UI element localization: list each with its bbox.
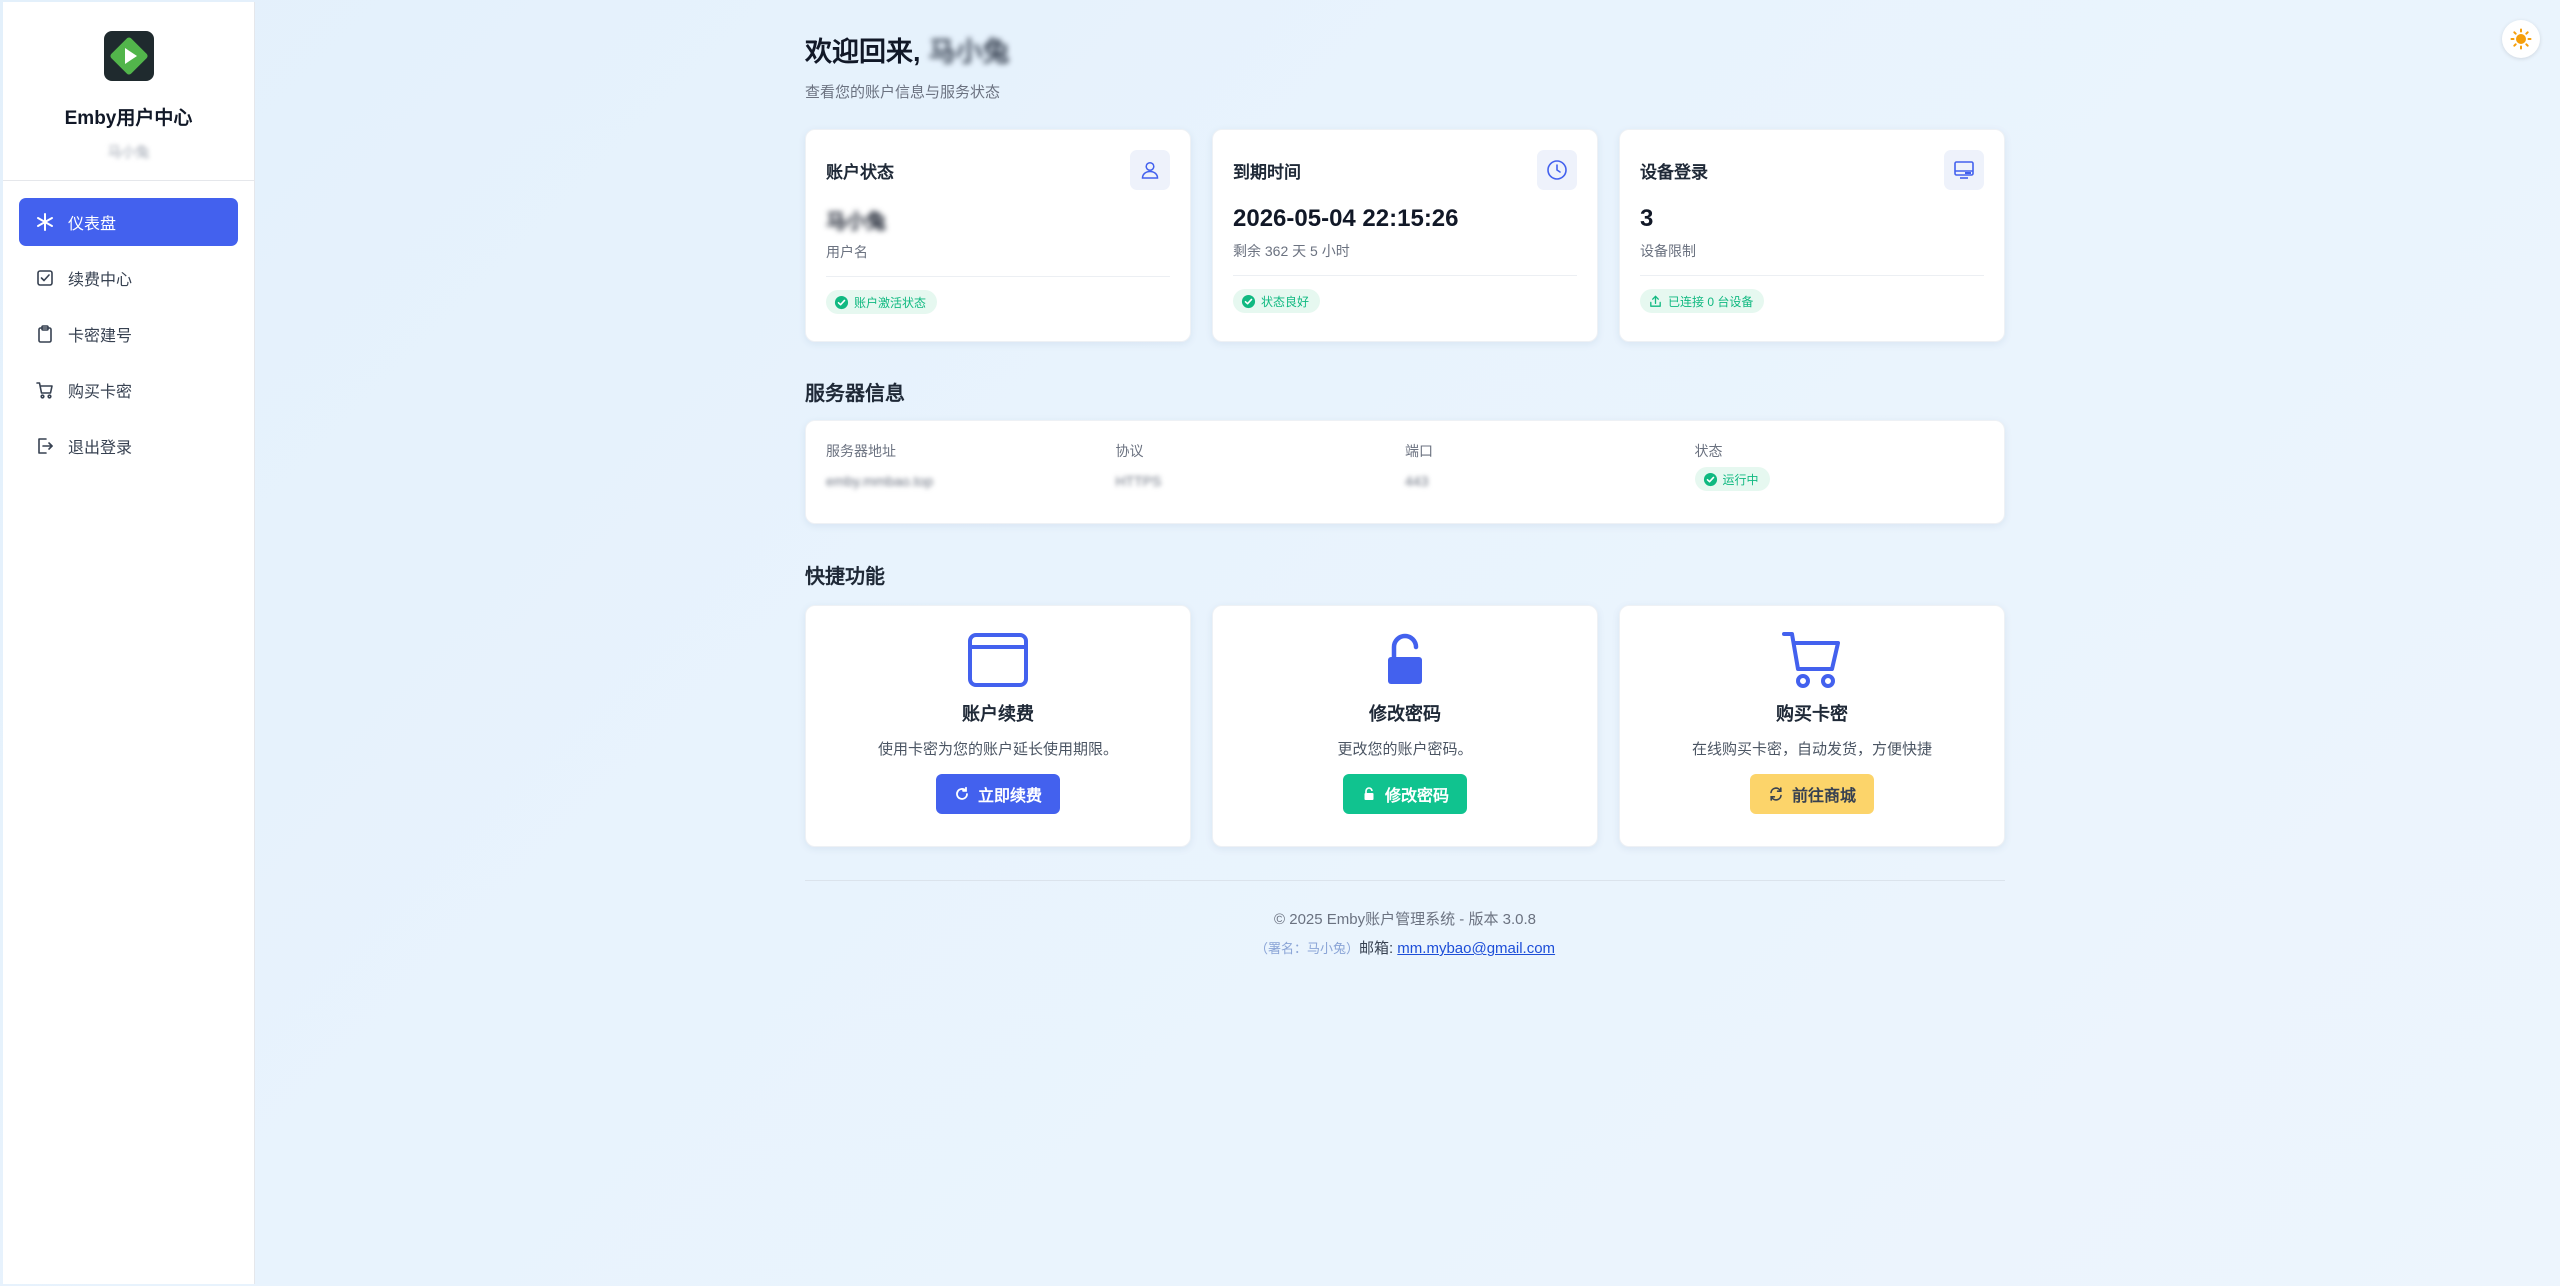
- main-content: 欢迎回来, 马小兔 查看您的账户信息与服务状态 账户状态 马小兔 用户名 账户激…: [805, 0, 2005, 958]
- status-badge: 账户激活状态: [826, 290, 938, 314]
- clipboard-icon: [35, 324, 55, 344]
- badge-text: 已连接 0 台设备: [1668, 294, 1754, 309]
- protocol-field: 协议 HTTPS: [1116, 441, 1406, 523]
- copyright: © 2025 Emby账户管理系统 - 版本 3.0.8: [1274, 911, 1536, 928]
- cart-icon: [35, 380, 55, 400]
- sidebar-nav: 仪表盘 续费中心 卡密建号 购买卡密 退出登录: [3, 181, 254, 470]
- badge-text: 账户激活状态: [854, 295, 927, 310]
- port-value: 443: [1405, 473, 1429, 489]
- go-to-store-button[interactable]: 前往商城: [1749, 774, 1874, 814]
- email-link[interactable]: mm.mybao@gmail.com: [1397, 940, 1555, 957]
- quick-functions-title: 快捷功能: [805, 566, 885, 588]
- card-title: 账户状态: [826, 162, 894, 182]
- server-address-value[interactable]: emby.mmbao.top: [826, 473, 1116, 489]
- theme-toggle-button[interactable]: [2502, 20, 2540, 58]
- username-value: 马小兔: [826, 211, 886, 233]
- protocol-value: HTTPS: [1115, 473, 1162, 489]
- server-info-card: 服务器地址 emby.mmbao.top 协议 HTTPS 端口 443 状态 …: [805, 420, 2005, 524]
- expiry-card: 到期时间 2026-05-04 22:15:26 剩余 362 天 5 小时 状…: [1212, 129, 1598, 342]
- cart-icon: [1620, 630, 2004, 690]
- field-label: 服务器地址: [826, 443, 896, 459]
- emby-logo: [103, 31, 154, 81]
- user-icon: [1130, 150, 1170, 190]
- lock-icon: [1364, 787, 1374, 800]
- card-title: 到期时间: [1233, 162, 1301, 182]
- refresh-icon: [956, 786, 968, 800]
- field-label: 状态: [1694, 443, 1723, 459]
- footer: © 2025 Emby账户管理系统 - 版本 3.0.8 （署名：马小兔）邮箱:…: [805, 908, 2005, 958]
- sync-icon: [1770, 787, 1782, 801]
- page-subtitle: 查看您的账户信息与服务状态: [805, 84, 1001, 101]
- server-address-field: 服务器地址 emby.mmbao.top: [826, 441, 1116, 523]
- quick-card-desc: 在线购买卡密，自动发货，方便快捷: [1691, 741, 1932, 758]
- clock-icon: [1537, 150, 1577, 190]
- status-badge: 状态良好: [1233, 289, 1321, 313]
- sidebar-item-label: 仪表盘: [68, 216, 117, 233]
- badge-text: 运行中: [1722, 472, 1759, 487]
- footer-signature: （署名：马小兔）: [1254, 941, 1359, 956]
- buy-card-card: 购买卡密 在线购买卡密，自动发货，方便快捷 前往商城: [1619, 605, 2005, 847]
- checkbox-icon: [35, 268, 55, 288]
- sidebar-item-dashboard[interactable]: 仪表盘: [19, 198, 238, 246]
- stat-cards: 账户状态 马小兔 用户名 账户激活状态 到期时间 2026-05-04 22:1…: [805, 129, 2005, 342]
- quick-card-desc: 使用卡密为您的账户延长使用期限。: [877, 741, 1118, 758]
- username-label: 用户名: [826, 244, 868, 260]
- sidebar-username: 马小兔: [107, 144, 150, 160]
- expiry-value: 2026-05-04 22:15:26: [1233, 205, 1459, 232]
- change-password-card: 修改密码 更改您的账户密码。 修改密码: [1212, 605, 1598, 847]
- badge-text: 状态良好: [1261, 294, 1310, 309]
- wallet-icon: [806, 630, 1190, 690]
- renew-card: 账户续费 使用卡密为您的账户延长使用期限。 立即续费: [805, 605, 1191, 847]
- sidebar-item-logout[interactable]: 退出登录: [19, 422, 238, 470]
- change-password-button[interactable]: 修改密码: [1342, 774, 1467, 814]
- server-status-field: 状态 运行中: [1694, 441, 1985, 523]
- sidebar-item-label: 购买卡密: [68, 384, 133, 401]
- card-title: 设备登录: [1640, 162, 1708, 182]
- welcome-text: 欢迎回来,: [805, 37, 921, 67]
- brand: Emby用户中心 马小兔: [3, 2, 254, 162]
- remaining-label: 剩余 362 天 5 小时: [1233, 243, 1350, 259]
- monitor-icon: [1944, 150, 1984, 190]
- sidebar-item-card-register[interactable]: 卡密建号: [19, 310, 238, 358]
- quick-card-title: 账户续费: [962, 704, 1034, 724]
- sidebar-item-renewal[interactable]: 续费中心: [19, 254, 238, 302]
- status-badge: 运行中: [1694, 467, 1770, 491]
- sidebar-item-label: 卡密建号: [68, 328, 133, 345]
- renew-now-button[interactable]: 立即续费: [935, 774, 1060, 814]
- sidebar: Emby用户中心 马小兔 仪表盘 续费中心 卡密建号 购买卡密 退出登录: [3, 2, 255, 1284]
- device-limit-value: 3: [1640, 205, 1654, 232]
- lock-icon: [1213, 630, 1597, 690]
- quick-card-title: 购买卡密: [1776, 704, 1848, 724]
- brand-title: Emby用户中心: [64, 108, 193, 129]
- sidebar-item-label: 续费中心: [68, 272, 133, 289]
- page-title: 欢迎回来, 马小兔: [805, 30, 2005, 69]
- account-status-card: 账户状态 马小兔 用户名 账户激活状态: [805, 129, 1191, 342]
- field-label: 端口: [1405, 443, 1433, 459]
- sun-icon: [2510, 28, 2532, 50]
- check-circle-icon: [834, 295, 849, 309]
- quick-cards: 账户续费 使用卡密为您的账户延长使用期限。 立即续费 修改密码 更改您的账户密码…: [805, 605, 2005, 847]
- device-limit-label: 设备限制: [1640, 243, 1696, 259]
- email-label: 邮箱:: [1358, 940, 1394, 957]
- button-label: 立即续费: [977, 788, 1042, 805]
- server-info-title: 服务器信息: [805, 383, 905, 405]
- sidebar-item-label: 退出登录: [68, 440, 133, 457]
- port-field: 端口 443: [1405, 441, 1695, 523]
- button-label: 前往商城: [1791, 788, 1856, 805]
- asterisk-icon: [35, 212, 55, 232]
- sidebar-item-buy-card[interactable]: 购买卡密: [19, 366, 238, 414]
- field-label: 协议: [1115, 443, 1144, 459]
- status-badge: 已连接 0 台设备: [1640, 289, 1765, 313]
- check-circle-icon: [1241, 294, 1256, 308]
- button-label: 修改密码: [1384, 788, 1449, 805]
- footer-contact: （署名：马小兔）邮箱: mm.mybao@gmail.com: [805, 937, 2005, 958]
- logout-icon: [35, 436, 55, 456]
- device-login-card: 设备登录 3 设备限制 已连接 0 台设备: [1619, 129, 2005, 342]
- welcome-username: 马小兔: [928, 37, 1010, 67]
- check-circle-icon: [1703, 472, 1717, 486]
- footer-divider: [805, 880, 2005, 881]
- quick-card-desc: 更改您的账户密码。: [1337, 741, 1473, 758]
- quick-card-title: 修改密码: [1369, 704, 1441, 724]
- share-icon: [1650, 295, 1661, 307]
